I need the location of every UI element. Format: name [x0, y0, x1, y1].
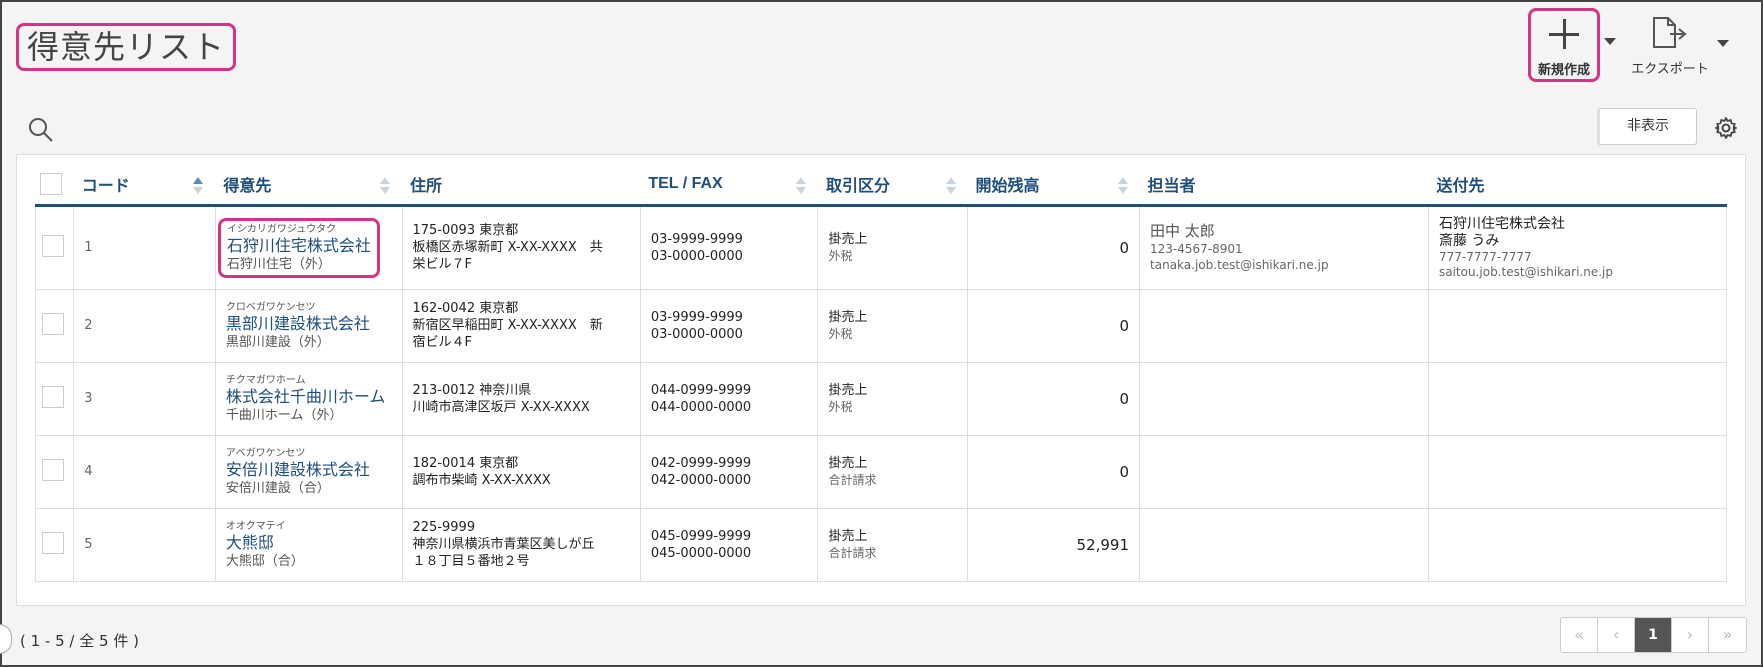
new-button[interactable]: 新規作成 — [1528, 8, 1600, 82]
row-staff: 田中 太郎 123-4567-8901 tanaka.job.test@ishi… — [1139, 204, 1429, 290]
table-row[interactable]: 5 オオクマテイ 大熊邸 大熊邸（合） 225-9999 神奈川県横浜市青葉区美… — [34, 507, 1728, 582]
pager-prev-button[interactable]: ‹ — [1598, 618, 1635, 652]
row-balance: 0 — [967, 434, 1141, 509]
page-title: 得意先リスト — [16, 23, 237, 71]
row-telfax: 045-0999-9999 045-0000-0000 — [639, 507, 819, 582]
header-telfax[interactable]: TEL / FAX — [640, 165, 818, 207]
customer-name-link[interactable]: 石狩川住宅株式会社 — [227, 236, 371, 256]
sort-balance-icon[interactable] — [1117, 177, 1128, 195]
row-code: 4 — [73, 434, 216, 509]
row-checkbox[interactable] — [42, 385, 64, 408]
export-button[interactable]: エクスポート — [1620, 8, 1720, 82]
row-balance: 0 — [967, 204, 1141, 290]
row-address: 162-0042 東京都 新宿区早稲田町 X-XX-XXXX 新 宿ビル４F — [401, 288, 641, 363]
row-customer[interactable]: クロベガワケンセツ 黒部川建設株式会社 黒部川建設（外） — [214, 288, 403, 363]
row-checkbox[interactable] — [42, 312, 64, 335]
row-staff — [1139, 361, 1429, 436]
sort-customer-icon[interactable] — [380, 177, 390, 195]
row-checkbox[interactable] — [42, 234, 64, 257]
header-staff: 担当者 — [1139, 165, 1429, 207]
row-trade: 掛売上 外税 — [817, 288, 969, 363]
hide-button[interactable]: 非表示 — [1597, 108, 1697, 145]
customer-name-link[interactable]: 株式会社千曲川ホーム — [226, 387, 392, 407]
new-dropdown-chevron-down-icon[interactable] — [1604, 38, 1616, 45]
row-customer[interactable]: イシカリガワジュウタク 石狩川住宅株式会社 石狩川住宅（外） — [214, 204, 403, 290]
row-customer[interactable]: オオクマテイ 大熊邸 大熊邸（合） — [214, 507, 403, 582]
row-staff — [1139, 288, 1429, 363]
pager-last-button[interactable]: » — [1709, 618, 1746, 652]
row-balance: 52,991 — [967, 507, 1141, 582]
export-dropdown-chevron-down-icon[interactable] — [1717, 40, 1729, 47]
row-trade: 掛売上 合計請求 — [817, 434, 969, 509]
record-count: ( 1 - 5 / 全 5 件 ) — [20, 632, 139, 650]
table-row[interactable]: 1 イシカリガワジュウタク 石狩川住宅株式会社 石狩川住宅（外） 175-009… — [34, 204, 1728, 290]
row-telfax: 03-9999-9999 03-0000-0000 — [639, 288, 819, 363]
header-code[interactable]: コード — [73, 165, 216, 207]
row-telfax: 03-9999-9999 03-0000-0000 — [639, 204, 819, 290]
row-dest: 石狩川住宅株式会社 斎藤 うみ 777-7777-7777 saitou.job… — [1427, 204, 1728, 290]
pagination: « ‹ 1 › » — [1560, 617, 1747, 653]
gear-icon[interactable] — [1714, 116, 1738, 140]
row-telfax: 044-0999-9999 044-0000-0000 — [639, 361, 819, 436]
header-dest: 送付先 — [1428, 165, 1727, 207]
select-all-checkbox[interactable] — [39, 173, 62, 196]
customer-table: コード 得意先 住所 TEL / FAX 取引区分 開始残高 担当者 送付先 1… — [34, 165, 1728, 582]
row-code: 1 — [73, 204, 216, 290]
header-address: 住所 — [402, 165, 641, 207]
table-row[interactable]: 4 アベガワケンセツ 安倍川建設株式会社 安倍川建設（合） 182-0014 東… — [34, 434, 1728, 509]
row-dest — [1427, 507, 1728, 582]
customer-name-link[interactable]: 安倍川建設株式会社 — [226, 460, 392, 480]
sort-trade-icon[interactable] — [945, 177, 956, 195]
table-row[interactable]: 2 クロベガワケンセツ 黒部川建設株式会社 黒部川建設（外） 162-0042 … — [34, 288, 1728, 363]
header-customer[interactable]: 得意先 — [215, 165, 402, 207]
row-customer[interactable]: チクマガワホーム 株式会社千曲川ホーム 千曲川ホーム（外） — [214, 361, 403, 436]
row-trade: 掛売上 合計請求 — [817, 507, 969, 582]
header-trade[interactable]: 取引区分 — [817, 165, 968, 207]
export-file-icon — [1653, 17, 1687, 48]
row-code: 2 — [73, 288, 216, 363]
search-icon[interactable] — [28, 117, 54, 143]
pager-first-button[interactable]: « — [1561, 618, 1598, 652]
row-address: 225-9999 神奈川県横浜市青葉区美しが丘 １８丁目５番地２号 — [401, 507, 641, 582]
row-trade: 掛売上 外税 — [817, 361, 969, 436]
customer-table-panel: コード 得意先 住所 TEL / FAX 取引区分 開始残高 担当者 送付先 1… — [16, 154, 1746, 606]
table-header-row: コード 得意先 住所 TEL / FAX 取引区分 開始残高 担当者 送付先 — [35, 165, 1727, 207]
row-staff — [1139, 434, 1429, 509]
row-address: 182-0014 東京都 調布市柴崎 X-XX-XXXX — [401, 434, 641, 509]
header-balance[interactable]: 開始残高 — [967, 165, 1140, 207]
row-dest — [1427, 361, 1728, 436]
row-address: 175-0093 東京都 板橋区赤塚新町 X-XX-XXXX 共 栄ビル７F — [401, 204, 641, 290]
pager-next-button[interactable]: › — [1672, 618, 1709, 652]
row-checkbox[interactable] — [42, 458, 64, 481]
customer-name-link[interactable]: 黒部川建設株式会社 — [226, 314, 392, 334]
row-balance: 0 — [967, 361, 1141, 436]
row-telfax: 042-0999-9999 042-0000-0000 — [639, 434, 819, 509]
row-dest — [1427, 288, 1728, 363]
row-code: 3 — [73, 361, 216, 436]
highlighted-customer-name[interactable]: イシカリガワジュウタク 石狩川住宅株式会社 石狩川住宅（外） — [217, 217, 380, 278]
row-address: 213-0012 神奈川県 川崎市高津区坂戸 X-XX-XXXX — [401, 361, 641, 436]
export-button-label: エクスポート — [1631, 62, 1709, 77]
customer-name-link[interactable]: 大熊邸 — [226, 533, 392, 553]
row-dest — [1427, 434, 1728, 509]
pager-current-page[interactable]: 1 — [1635, 618, 1672, 652]
row-trade: 掛売上 外税 — [817, 204, 969, 290]
header-select-all[interactable] — [35, 165, 74, 207]
row-balance: 0 — [967, 288, 1141, 363]
row-customer[interactable]: アベガワケンセツ 安倍川建設株式会社 安倍川建設（合） — [214, 434, 403, 509]
sort-telfax-icon[interactable] — [795, 177, 806, 195]
plus-icon — [1549, 19, 1579, 49]
row-staff — [1139, 507, 1429, 582]
sort-code-icon[interactable] — [193, 177, 204, 195]
row-code: 5 — [73, 507, 216, 582]
table-row[interactable]: 3 チクマガワホーム 株式会社千曲川ホーム 千曲川ホーム（外） 213-0012… — [34, 361, 1728, 436]
row-checkbox[interactable] — [42, 531, 64, 554]
new-button-label: 新規作成 — [1537, 63, 1590, 78]
